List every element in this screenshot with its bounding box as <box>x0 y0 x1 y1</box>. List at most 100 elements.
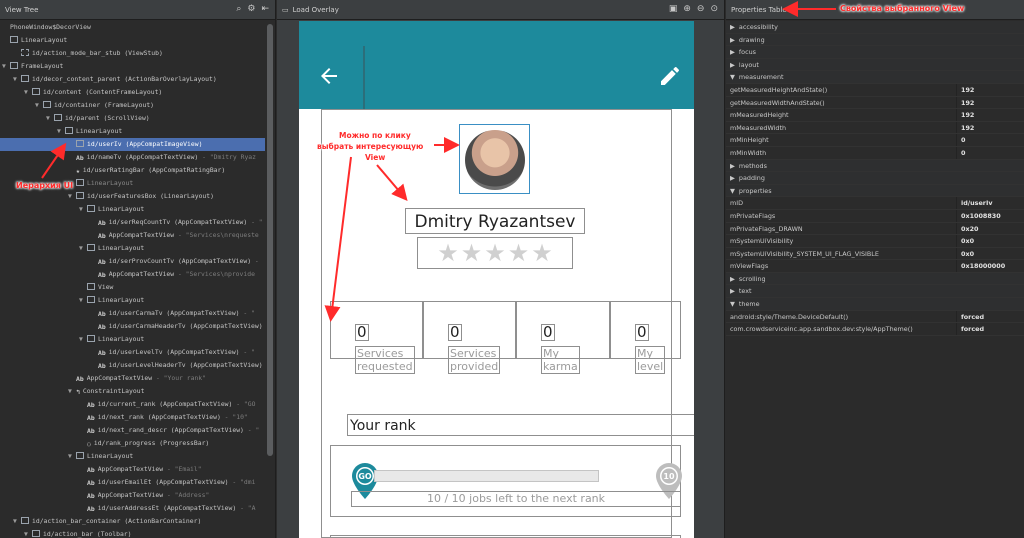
tree-node[interactable]: Ab id/userLevelTv (AppCompatTextView) - " <box>0 346 265 359</box>
tree-node[interactable]: ▼ LinearLayout <box>0 294 265 307</box>
caret-right-icon[interactable]: ▶ <box>730 61 735 69</box>
property-category[interactable]: ▼ theme <box>726 298 1024 311</box>
property-value[interactable]: forced <box>956 310 1024 323</box>
property-value[interactable]: 192 <box>956 83 1024 96</box>
tree-node[interactable]: Ab id/userLevelHeaderTv (AppCompatTextVie… <box>0 359 265 372</box>
property-value[interactable]: id/userIv <box>956 197 1024 209</box>
folder-icon[interactable]: ▭ <box>282 6 289 14</box>
property-row[interactable]: mSystemUiVisibility_SYSTEM_UI_FLAG_VISIB… <box>726 247 1024 261</box>
property-value[interactable]: 0 <box>956 134 1024 146</box>
tree-node[interactable]: Ab AppCompatTextView - "Your rank" <box>0 372 265 385</box>
tree-node[interactable]: Ab AppCompatTextView - "Services\nrequest… <box>0 229 265 242</box>
tree-node[interactable]: ◌ id/rank_progress (ProgressBar) <box>0 437 265 450</box>
expand-toggle-icon[interactable]: ▼ <box>24 86 32 99</box>
tree-node[interactable]: Ab id/next_rank (AppCompatTextView) - "10… <box>0 411 265 424</box>
property-row[interactable]: mViewFlags 0x18000000 <box>726 260 1024 273</box>
property-category[interactable]: ▼ properties <box>726 184 1024 198</box>
counter-label[interactable]: Services provided <box>448 346 501 374</box>
actual-size-icon[interactable]: ⊙ <box>710 4 718 14</box>
tree-node[interactable]: Ab id/next_rand_descr (AppCompatTextView)… <box>0 424 265 437</box>
tree-node[interactable]: Ab AppCompatTextView - "Email" <box>0 463 265 476</box>
tree-node[interactable]: ▼ ↰ ConstraintLayout <box>0 385 265 398</box>
back-arrow-icon[interactable] <box>317 64 341 88</box>
tree-node[interactable]: ▼ id/container (FrameLayout) <box>0 99 265 112</box>
zoom-out-icon[interactable]: ⊖ <box>697 4 705 14</box>
tree-node[interactable]: ▼ LinearLayout <box>0 333 265 346</box>
user-avatar[interactable] <box>459 124 530 194</box>
tree-node[interactable]: Ab id/serProvCountTv (AppCompatTextView) … <box>0 255 265 268</box>
counter-value[interactable]: 0 <box>541 324 555 341</box>
property-value[interactable]: 0x0 <box>956 235 1024 247</box>
property-value[interactable]: 192 <box>956 96 1024 109</box>
tree-node[interactable]: ▼ id/parent (ScrollView) <box>0 112 265 125</box>
user-rating-bar[interactable]: ★ ★ ★ ★ ★ <box>417 237 573 269</box>
property-row[interactable]: mMeasuredHeight 192 <box>726 109 1024 122</box>
caret-right-icon[interactable]: ▶ <box>730 23 735 31</box>
tree-node[interactable]: Ab id/userEmailEt (AppCompatTextView) - "… <box>0 476 265 489</box>
counter-value[interactable]: 0 <box>355 324 369 341</box>
expand-toggle-icon[interactable]: ▼ <box>79 333 87 346</box>
property-category[interactable]: ▶ drawing <box>726 33 1024 47</box>
search-icon[interactable]: ⌕ <box>236 4 241 14</box>
caret-right-icon[interactable]: ▶ <box>730 36 735 44</box>
property-value[interactable]: 192 <box>956 109 1024 121</box>
tree-node[interactable]: Ab id/serReqCountTv (AppCompatTextView) -… <box>0 216 265 229</box>
caret-right-icon[interactable]: ▶ <box>730 287 735 295</box>
tree-node[interactable]: ▼ LinearLayout <box>0 450 265 463</box>
caret-down-icon[interactable]: ▼ <box>730 73 735 81</box>
tree-node[interactable]: LinearLayout <box>0 34 265 47</box>
tree-node[interactable]: Ab AppCompatTextView - "Address" <box>0 489 265 502</box>
next-rank-description[interactable]: 10 / 10 jobs left to the next rank <box>351 491 681 507</box>
edit-pencil-icon[interactable] <box>658 64 682 88</box>
caret-right-icon[interactable]: ▶ <box>730 48 735 56</box>
tree-node[interactable]: ★ id/userRatingBar (AppCompatRatingBar) <box>0 164 265 177</box>
rank-title[interactable]: Your rank <box>347 414 694 436</box>
property-category[interactable]: ▶ focus <box>726 46 1024 59</box>
property-row[interactable]: mMinHeight 0 <box>726 134 1024 147</box>
tree-node[interactable]: id/userIv (AppCompatImageView) <box>0 138 265 151</box>
property-row[interactable]: android:style/Theme.DeviceDefault() force… <box>726 310 1024 324</box>
expand-toggle-icon[interactable]: ▼ <box>79 242 87 255</box>
caret-right-icon[interactable]: ▶ <box>730 174 735 182</box>
caret-down-icon[interactable]: ▼ <box>730 300 735 308</box>
tree-node[interactable]: ▼ id/action_bar (Toolbar) <box>0 528 265 538</box>
fit-icon[interactable]: ▣ <box>669 4 678 14</box>
property-row[interactable]: mSystemUiVisibility 0x0 <box>726 235 1024 248</box>
tree-node[interactable]: Ab AppCompatTextView - "Services\nprovide <box>0 268 265 281</box>
property-category[interactable]: ▶ layout <box>726 58 1024 72</box>
collapse-icon[interactable]: ⇤ <box>261 4 269 14</box>
property-row[interactable]: mPrivateFlags 0x1008830 <box>726 209 1024 223</box>
property-category[interactable]: ▼ measurement <box>726 71 1024 84</box>
load-overlay-button[interactable]: Load Overlay <box>293 6 339 14</box>
property-value[interactable]: 192 <box>956 121 1024 134</box>
tree-node[interactable]: id/action_mode_bar_stub (ViewStub) <box>0 47 265 60</box>
property-row[interactable]: mMinWidth 0 <box>726 146 1024 160</box>
property-row[interactable]: getMeasuredWidthAndState() 192 <box>726 96 1024 110</box>
tree-node[interactable]: Ab id/userAddressEt (AppCompatTextView) -… <box>0 502 265 515</box>
expand-toggle-icon[interactable]: ▼ <box>57 125 65 138</box>
caret-right-icon[interactable]: ▶ <box>730 275 735 283</box>
property-value[interactable]: 0 <box>956 146 1024 159</box>
caret-down-icon[interactable]: ▼ <box>730 187 735 195</box>
counter-value[interactable]: 0 <box>635 324 649 341</box>
property-row[interactable]: mPrivateFlags_DRAWN 0x20 <box>726 222 1024 236</box>
expand-toggle-icon[interactable]: ▼ <box>2 60 10 73</box>
property-category[interactable]: ▶ padding <box>726 172 1024 185</box>
expand-toggle-icon[interactable]: ▼ <box>68 450 76 463</box>
property-value[interactable]: 0x1008830 <box>956 209 1024 222</box>
property-row[interactable]: com.crowdserviceinc.app.sandbox.dev:styl… <box>726 323 1024 336</box>
expand-toggle-icon[interactable]: ▼ <box>13 73 21 86</box>
property-category[interactable]: ▶ accessibility <box>726 21 1024 34</box>
tree-node[interactable]: ▼ LinearLayout <box>0 125 265 138</box>
expand-toggle-icon[interactable]: ▼ <box>24 528 32 538</box>
expand-toggle-icon[interactable]: ▼ <box>46 112 54 125</box>
property-category[interactable]: ▶ text <box>726 285 1024 299</box>
property-value[interactable]: 0x18000000 <box>956 260 1024 272</box>
expand-toggle-icon[interactable]: ▼ <box>68 385 76 398</box>
counter-value[interactable]: 0 <box>448 324 462 341</box>
zoom-in-icon[interactable]: ⊕ <box>683 4 691 14</box>
tree-node[interactable]: Ab id/userCarmaHeaderTv (AppCompatTextVie… <box>0 320 265 333</box>
tree-node[interactable]: ▼ LinearLayout <box>0 203 265 216</box>
user-name[interactable]: Dmitry Ryazantsev <box>405 208 585 234</box>
property-value[interactable]: 0x0 <box>956 247 1024 260</box>
